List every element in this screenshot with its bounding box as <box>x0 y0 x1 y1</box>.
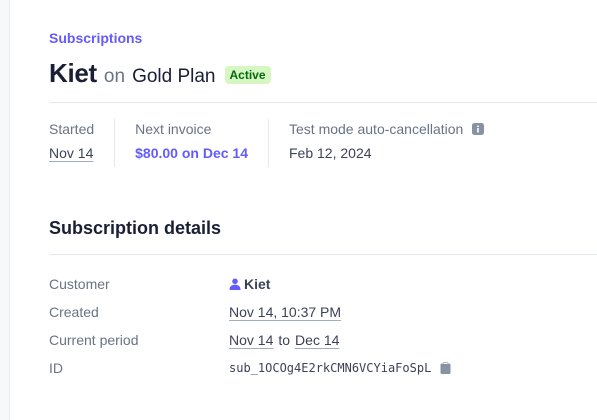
id-label: ID <box>49 360 63 376</box>
created-value[interactable]: Nov 14, 10:37 PM <box>229 304 341 320</box>
detail-row-created: Created Nov 14, 10:37 PM <box>49 298 451 326</box>
detail-row-period: Current period Nov 14 to Dec 14 <box>49 326 451 354</box>
customer-name-link[interactable]: Kiet <box>244 276 270 292</box>
started-label: Started <box>49 121 95 137</box>
period-label: Current period <box>49 332 139 348</box>
next-invoice-link[interactable]: $80.00 on Dec 14 <box>135 145 248 161</box>
customer-name-title: Kiet <box>49 58 97 88</box>
detail-row-customer: Customer Kiet <box>49 270 451 298</box>
subscription-id: sub_1OCOg4E2rkCMN6VCYiaFoSpL <box>229 361 432 375</box>
clipboard-icon[interactable] <box>440 362 451 374</box>
auto-cancel-value: Feb 12, 2024 <box>289 145 372 161</box>
auto-cancel-label: Test mode auto-cancellation <box>289 121 464 137</box>
section-title: Subscription details <box>49 218 222 238</box>
on-word: on <box>103 66 126 87</box>
summary-next-invoice: Next invoice $80.00 on Dec 14 <box>114 119 268 167</box>
next-invoice-label: Next invoice <box>135 121 212 137</box>
summary-started: Started Nov 14 <box>49 119 114 167</box>
info-icon[interactable] <box>472 123 485 135</box>
auto-cancel-label-row: Test mode auto-cancellation <box>289 119 485 139</box>
started-value[interactable]: Nov 14 <box>49 145 93 161</box>
breadcrumb-subscriptions[interactable]: Subscriptions <box>49 30 142 46</box>
section-divider <box>49 254 597 255</box>
page-title: Kiet on Gold Plan Active <box>49 58 271 89</box>
summary-bar: Started Nov 14 Next invoice $80.00 on De… <box>49 119 504 167</box>
period-end[interactable]: Dec 14 <box>295 332 339 348</box>
header-divider <box>49 102 597 103</box>
status-badge: Active <box>224 65 271 84</box>
period-start[interactable]: Nov 14 <box>229 332 273 348</box>
left-rail <box>0 0 10 420</box>
details-list: Customer Kiet Created Nov 14, 10:37 PM C… <box>49 270 451 382</box>
detail-row-id: ID sub_1OCOg4E2rkCMN6VCYiaFoSpL <box>49 354 451 382</box>
created-label: Created <box>49 304 99 320</box>
summary-auto-cancellation: Test mode auto-cancellation Feb 12, 2024 <box>268 119 504 167</box>
customer-label: Customer <box>49 276 110 292</box>
period-to: to <box>278 332 291 348</box>
plan-name: Gold Plan <box>132 66 216 87</box>
customer-link[interactable]: Kiet <box>229 276 270 292</box>
person-icon <box>229 278 241 290</box>
